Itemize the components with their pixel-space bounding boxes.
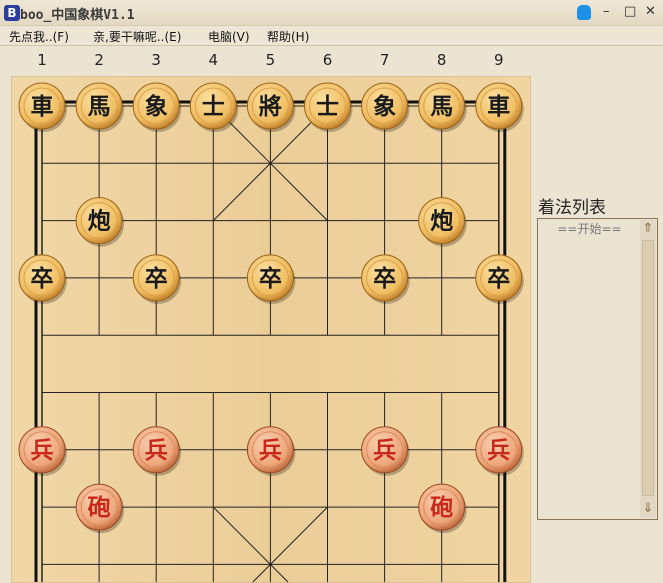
column-number: 6 [322, 51, 333, 69]
piece-label: 將 [259, 94, 282, 120]
movelist-title: 着法列表 [538, 198, 606, 218]
piece-label: 兵 [259, 438, 282, 464]
scroll-down-arrow-icon[interactable]: ⇓ [640, 500, 656, 518]
piece-label: 砲 [430, 495, 453, 521]
piece-label: 象 [145, 93, 168, 120]
column-number: 8 [436, 51, 447, 69]
close-button[interactable]: ✕ [645, 4, 656, 20]
piece-label: 馬 [88, 94, 111, 120]
piece-label: 卒 [145, 265, 168, 292]
piece-label: 兵 [31, 438, 54, 464]
scroll-up-arrow-icon[interactable]: ⇑ [640, 220, 656, 238]
piece-label: 馬 [430, 94, 453, 120]
piece-label: 車 [487, 94, 510, 120]
movelist-scrollbar[interactable]: ⇑ ⇓ [640, 220, 656, 518]
piece-label: 卒 [259, 265, 282, 292]
piece-label: 士 [202, 94, 225, 120]
piece-label: 象 [373, 93, 396, 120]
piece-label: 兵 [373, 438, 396, 464]
piece-label: 車 [31, 94, 54, 120]
column-number: 2 [94, 51, 104, 69]
movelist-panel[interactable]: ==开始== ⇑ ⇓ [537, 218, 658, 520]
piece-label: 兵 [145, 438, 168, 464]
piece-label: 炮 [430, 208, 453, 235]
column-number: 5 [265, 51, 276, 69]
window-title: boo_中国象棋V1.1 [20, 8, 135, 23]
menu-bar: 先点我..(F) 亲,要干嘛呢..(E) 电脑(V) 帮助(H) [0, 26, 663, 46]
piece-label: 兵 [487, 438, 510, 464]
piece-label: 卒 [487, 265, 510, 292]
piece-label: 士 [316, 94, 339, 120]
minimize-button[interactable]: – [603, 4, 610, 20]
movelist-entry[interactable]: ==开始== [538, 220, 641, 237]
menu-help[interactable]: 帮助(H) [267, 28, 309, 45]
piece-label: 卒 [31, 265, 54, 292]
app-icon: B [4, 5, 20, 21]
menu-start[interactable]: 先点我..(F) [9, 28, 69, 45]
piece-label: 砲 [88, 495, 111, 521]
maximize-button[interactable]: □ [624, 4, 636, 20]
menu-edit[interactable]: 亲,要干嘛呢..(E) [93, 28, 181, 45]
column-number: 1 [37, 51, 47, 69]
scroll-thumb[interactable] [642, 240, 654, 496]
title-bar: B boo_中国象棋V1.1 – □ ✕ [0, 0, 663, 26]
piece-label: 卒 [373, 265, 396, 292]
menu-computer[interactable]: 电脑(V) [208, 28, 250, 45]
column-number: 4 [208, 51, 219, 69]
piece-label: 炮 [88, 208, 111, 235]
column-number: 9 [494, 51, 504, 69]
skin-shirt-icon[interactable] [577, 5, 591, 20]
column-number: 3 [151, 51, 161, 69]
chess-board[interactable]: 車 馬 象 士 將 士 象 馬 車炮 炮卒 卒 卒 卒 卒兵 兵 兵 兵 兵砲 砲 [11, 76, 531, 583]
column-number: 7 [379, 51, 390, 69]
